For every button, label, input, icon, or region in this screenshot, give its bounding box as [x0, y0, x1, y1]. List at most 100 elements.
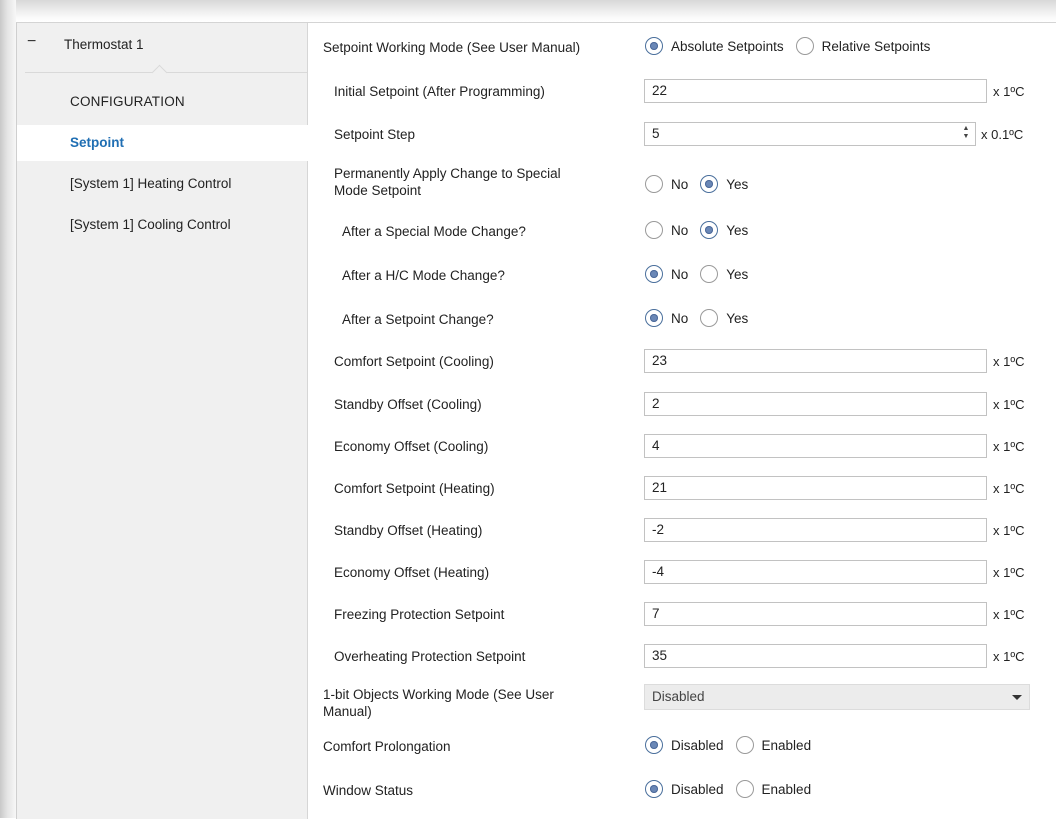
standby-heating-label: Standby Offset (Heating) — [334, 523, 483, 538]
after-special-label: After a Special Mode Change? — [342, 224, 526, 239]
overheating-label: Overheating Protection Setpoint — [334, 649, 526, 664]
after-setpoint-label: After a Setpoint Change? — [342, 312, 494, 327]
economy-heating-input[interactable]: -4 — [644, 560, 987, 584]
radio-label: Yes — [726, 176, 749, 192]
sidebar-item-setpoint[interactable]: Setpoint — [17, 125, 309, 161]
unit-label: x 1ºC — [993, 397, 1025, 412]
radio-unchecked-icon — [795, 37, 814, 55]
sidebar-item-label: [System 1] Heating Control — [70, 176, 232, 191]
radio-label: Absolute Setpoints — [671, 38, 784, 54]
onebit-mode-label-1: 1-bit Objects Working Mode (See User — [323, 687, 554, 702]
dropdown-arrow-icon — [1012, 695, 1022, 700]
overheating-input[interactable]: 35 — [644, 644, 987, 668]
comfort-prolongation-label: Comfort Prolongation — [323, 739, 451, 754]
economy-cooling-input[interactable]: 4 — [644, 434, 987, 458]
radio-permanent-no[interactable]: No — [645, 175, 688, 193]
radio-label: Yes — [726, 222, 749, 238]
parameter-window: − Thermostat 1 CONFIGURATION Setpoint [S… — [16, 22, 1056, 819]
radio-window-disabled[interactable]: Disabled — [645, 780, 724, 798]
radio-special-yes[interactable]: Yes — [700, 221, 748, 239]
radio-label: No — [671, 310, 689, 326]
radio-unchecked-icon — [735, 736, 754, 754]
after-hc-label: After a H/C Mode Change? — [342, 268, 505, 283]
setpoint-step-label: Setpoint Step — [334, 127, 416, 142]
unit-label: x 1ºC — [993, 649, 1025, 664]
sidebar-item-configuration[interactable]: CONFIGURATION — [17, 84, 307, 120]
radio-checked-icon — [645, 265, 663, 283]
unit-label: x 1ºC — [993, 84, 1025, 99]
radio-checked-icon — [645, 309, 663, 327]
sidebar-item-heating-control[interactable]: [System 1] Heating Control — [17, 166, 307, 202]
sidebar-item-cooling-control[interactable]: [System 1] Cooling Control — [17, 207, 307, 243]
parameter-form: Setpoint Working Mode (See User Manual) … — [308, 23, 1056, 819]
unit-label: x 1ºC — [993, 607, 1025, 622]
economy-heating-label: Economy Offset (Heating) — [334, 565, 490, 580]
radio-prolongation-disabled[interactable]: Disabled — [645, 736, 724, 754]
radio-setpoint-yes[interactable]: Yes — [700, 309, 748, 327]
radio-checked-icon — [700, 221, 719, 239]
sidebar-item-label: CONFIGURATION — [70, 94, 185, 109]
radio-checked-icon — [645, 37, 663, 55]
permanent-apply-label-1: Permanently Apply Change to Special — [334, 166, 561, 181]
window-shadow — [0, 0, 1056, 22]
onebit-mode-select[interactable]: Disabled — [644, 684, 1030, 710]
radio-label: Enabled — [761, 737, 812, 753]
comfort-heating-input[interactable]: 21 — [644, 476, 987, 500]
radio-relative-setpoints[interactable]: Relative Setpoints — [795, 37, 931, 55]
radio-prolongation-enabled[interactable]: Enabled — [735, 736, 812, 754]
collapse-icon[interactable]: − — [27, 33, 36, 51]
radio-label: No — [671, 176, 689, 192]
radio-label: Disabled — [671, 737, 724, 753]
unit-label: x 1ºC — [993, 565, 1025, 580]
setpoint-step-stepper[interactable]: 5 ▲ ▼ — [644, 122, 976, 146]
radio-window-enabled[interactable]: Enabled — [735, 780, 812, 798]
comfort-cooling-input[interactable]: 23 — [644, 349, 987, 373]
sidebar-item-label: [System 1] Cooling Control — [70, 217, 231, 232]
radio-unchecked-icon — [700, 309, 719, 327]
comfort-heating-label: Comfort Setpoint (Heating) — [334, 481, 495, 496]
sidebar: − Thermostat 1 CONFIGURATION Setpoint [S… — [17, 23, 309, 819]
setpoint-step-value: 5 — [652, 126, 660, 141]
radio-label: Relative Setpoints — [821, 38, 931, 54]
initial-setpoint-label: Initial Setpoint (After Programming) — [334, 84, 545, 99]
freezing-input[interactable]: 7 — [644, 602, 987, 626]
economy-cooling-label: Economy Offset (Cooling) — [334, 439, 489, 454]
select-value: Disabled — [652, 689, 705, 704]
tree-header[interactable]: − Thermostat 1 — [17, 23, 307, 81]
radio-permanent-yes[interactable]: Yes — [700, 175, 748, 193]
radio-label: Yes — [726, 266, 749, 282]
radio-checked-icon — [700, 175, 719, 193]
radio-label: Enabled — [761, 781, 812, 797]
radio-setpoint-no[interactable]: No — [645, 309, 688, 327]
radio-unchecked-icon — [700, 265, 719, 283]
spin-down-icon[interactable]: ▼ — [961, 133, 971, 141]
standby-cooling-label: Standby Offset (Cooling) — [334, 397, 482, 412]
permanent-apply-label-2: Mode Setpoint — [334, 183, 422, 198]
radio-label: Yes — [726, 310, 749, 326]
pointer-notch-icon — [151, 64, 168, 81]
unit-label: x 1ºC — [993, 354, 1025, 369]
unit-label: x 1ºC — [993, 523, 1025, 538]
unit-label: x 1ºC — [993, 439, 1025, 454]
sidebar-item-label: Setpoint — [70, 135, 124, 150]
radio-hc-yes[interactable]: Yes — [700, 265, 748, 283]
initial-setpoint-input[interactable]: 22 — [644, 79, 987, 103]
radio-unchecked-icon — [735, 780, 754, 798]
unit-label: x 0.1ºC — [981, 127, 1024, 142]
standby-cooling-input[interactable]: 2 — [644, 392, 987, 416]
radio-checked-icon — [645, 780, 663, 798]
window-shadow-left — [0, 0, 16, 818]
spinner-icon[interactable]: ▲ ▼ — [961, 125, 971, 143]
spin-up-icon[interactable]: ▲ — [961, 125, 971, 133]
standby-heating-input[interactable]: -2 — [644, 518, 987, 542]
radio-label: No — [671, 266, 689, 282]
window-status-label: Window Status — [323, 783, 414, 798]
radio-hc-no[interactable]: No — [645, 265, 688, 283]
radio-absolute-setpoints[interactable]: Absolute Setpoints — [645, 37, 784, 55]
radio-label: Disabled — [671, 781, 724, 797]
unit-label: x 1ºC — [993, 481, 1025, 496]
freezing-label: Freezing Protection Setpoint — [334, 607, 505, 622]
radio-special-no[interactable]: No — [645, 221, 688, 239]
onebit-mode-label-2: Manual) — [323, 704, 372, 719]
tree-header-label: Thermostat 1 — [64, 37, 144, 52]
